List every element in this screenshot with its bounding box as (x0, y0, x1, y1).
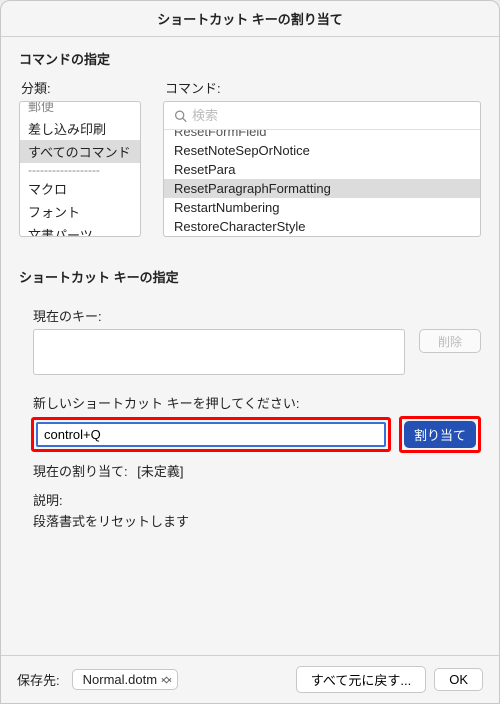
list-item[interactable]: 差し込み印刷 (20, 117, 140, 140)
reset-all-button[interactable]: すべて元に戻す... (296, 666, 426, 693)
category-column: 分類: 郵便 差し込み印刷 すべてのコマンド -----------------… (19, 78, 141, 237)
spacer (19, 530, 481, 655)
new-shortcut-input[interactable] (36, 422, 386, 447)
save-in-label: 保存先: (17, 670, 60, 689)
category-listbox[interactable]: 郵便 差し込み印刷 すべてのコマンド ------------------ マク… (19, 101, 141, 237)
list-item[interactable]: ResetFormField (164, 130, 480, 141)
list-item[interactable]: 文書パーツ (20, 223, 140, 236)
current-assignment-line: 現在の割り当て: [未定義] (19, 461, 481, 480)
dialog-window: ショートカット キーの割り当て コマンドの指定 分類: 郵便 差し込み印刷 すべ… (0, 0, 500, 704)
current-key-label: 現在のキー: (19, 306, 481, 325)
list-divider: ------------------ (20, 163, 140, 177)
list-item[interactable]: RestoreCharacterStyle (164, 217, 480, 236)
list-item[interactable]: すべてのコマンド (20, 140, 140, 163)
save-in-select[interactable]: Normal.dotm (72, 669, 178, 690)
dialog-footer: 保存先: Normal.dotm すべて元に戻す... OK (1, 655, 499, 703)
new-key-label: 新しいショートカット キーを押してください: (19, 393, 481, 412)
current-keys-box[interactable] (33, 329, 405, 375)
search-wrap (164, 102, 480, 130)
list-item[interactable]: ResetPara (164, 160, 480, 179)
assign-button[interactable]: 割り当て (404, 421, 476, 448)
section-keys-title: ショートカット キーの指定 (19, 267, 481, 286)
category-scroll[interactable]: 郵便 差し込み印刷 すべてのコマンド ------------------ マク… (20, 102, 140, 236)
category-label: 分類: (19, 78, 141, 97)
search-icon (174, 109, 187, 122)
list-item[interactable]: ResetParagraphFormatting (164, 179, 480, 198)
command-column: コマンド: ResetFormField ResetNoteSepOrNotic… (163, 78, 481, 237)
command-listbox: ResetFormField ResetNoteSepOrNotice Rese… (163, 101, 481, 237)
list-item[interactable]: RestartNumbering (164, 198, 480, 217)
current-assignment-value: [未定義] (137, 464, 183, 479)
list-item[interactable]: フォント (20, 200, 140, 223)
save-in-value: Normal.dotm (83, 672, 157, 687)
delete-button: 削除 (419, 329, 481, 353)
command-list[interactable]: ResetFormField ResetNoteSepOrNotice Rese… (164, 130, 480, 236)
command-label: コマンド: (163, 78, 481, 97)
dialog-title: ショートカット キーの割り当て (1, 1, 499, 37)
description-label: 説明: (33, 490, 481, 509)
ok-button[interactable]: OK (434, 668, 483, 691)
search-input[interactable] (170, 106, 474, 125)
keys-section: 現在のキー: 削除 新しいショートカット キーを押してください: 割り当て 現在… (19, 306, 481, 530)
highlight-assign: 割り当て (399, 416, 481, 453)
current-assignment-label: 現在の割り当て: (33, 464, 128, 479)
list-item[interactable]: ResetNoteSepOrNotice (164, 141, 480, 160)
list-item[interactable]: 郵便 (20, 102, 140, 117)
description-text: 段落書式をリセットします (33, 511, 481, 530)
list-item[interactable]: マクロ (20, 177, 140, 200)
highlight-input (31, 417, 391, 452)
description-block: 説明: 段落書式をリセットします (19, 490, 481, 530)
command-row: 分類: 郵便 差し込み印刷 すべてのコマンド -----------------… (19, 78, 481, 237)
dialog-content: コマンドの指定 分類: 郵便 差し込み印刷 すべてのコマンド ---------… (1, 37, 499, 655)
section-command-title: コマンドの指定 (19, 49, 481, 68)
